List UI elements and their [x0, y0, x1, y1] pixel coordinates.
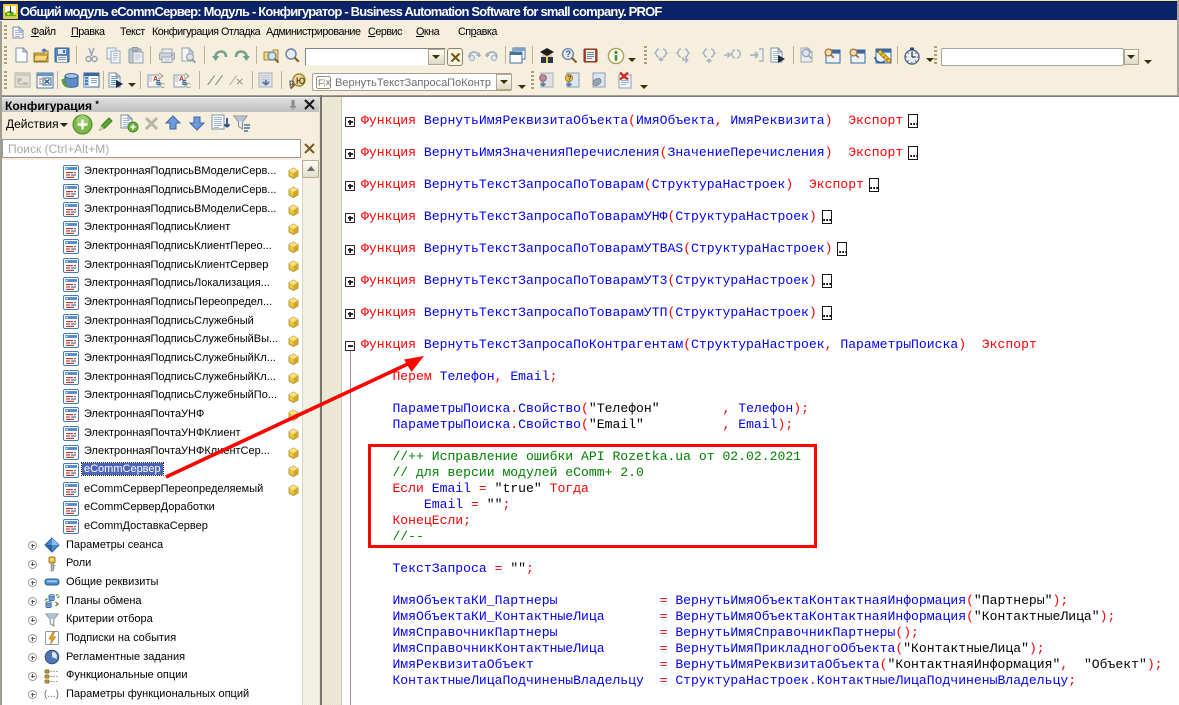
svg-text:С: С: [186, 83, 191, 89]
svg-text://: //: [207, 74, 224, 88]
svg-text:F⒳: F⒳: [318, 78, 331, 88]
svg-text:р: р: [289, 78, 294, 87]
svg-text:(...): (...): [44, 689, 59, 700]
svg-text:С: С: [160, 83, 165, 89]
svg-text:?: ?: [566, 49, 572, 59]
svg-text:⨯: ⨯: [235, 76, 244, 88]
svg-text:Ю: Ю: [296, 76, 305, 86]
svg-text:?: ?: [567, 76, 571, 83]
